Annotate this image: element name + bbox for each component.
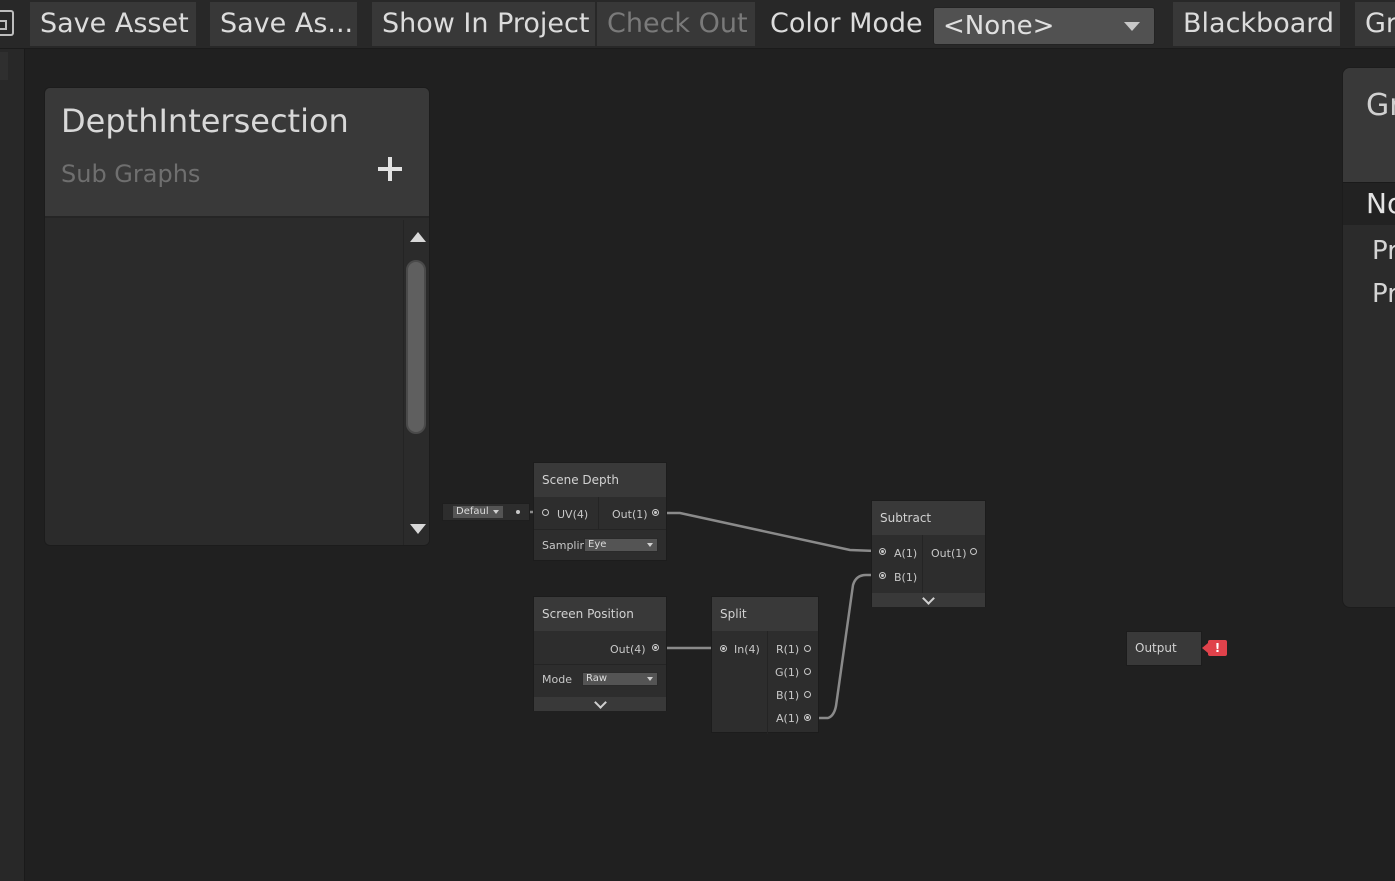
b-input-port[interactable]: [879, 572, 886, 579]
inspector-tab[interactable]: No: [1343, 182, 1395, 225]
out-output-port[interactable]: [970, 548, 977, 555]
blackboard-subtitle: Sub Graphs: [61, 160, 201, 188]
out-output-port[interactable]: [652, 644, 659, 651]
chevron-down-icon: [594, 696, 607, 709]
node-title: Screen Position: [534, 597, 666, 631]
node-title: Split: [712, 597, 818, 631]
blackboard-title: DepthIntersection: [61, 102, 349, 140]
chevron-down-icon: [1124, 22, 1140, 31]
color-mode-label: Color Mode: [770, 8, 923, 39]
scroll-down-arrow-icon[interactable]: [410, 524, 426, 534]
node-divider: [534, 529, 666, 530]
uv-default-port[interactable]: [516, 510, 520, 514]
graph-inspector-toggle-button[interactable]: Gr: [1355, 2, 1395, 46]
dock-grip[interactable]: [0, 52, 8, 80]
node-title: Subtract: [872, 501, 985, 535]
chevron-down-icon: [647, 677, 653, 681]
node-title: Output: [1135, 641, 1177, 655]
inspector-header: Gr: [1343, 68, 1395, 182]
blackboard-toggle-button[interactable]: Blackboard: [1173, 2, 1340, 46]
split-node[interactable]: Split In(4) R(1) G(1) B(1) A(1): [711, 596, 819, 734]
add-property-icon[interactable]: [375, 154, 405, 184]
uv-default-dropdown[interactable]: Defaul: [453, 506, 503, 518]
chevron-down-icon: [493, 510, 499, 514]
uv-input-label: UV(4): [557, 508, 589, 521]
inspector-row: Pr: [1372, 279, 1395, 309]
chevron-down-icon: [922, 592, 935, 605]
show-in-project-button[interactable]: Show In Project: [372, 2, 595, 46]
scroll-up-arrow-icon[interactable]: [410, 232, 426, 242]
chevron-down-icon: [647, 543, 653, 547]
in-input-label: In(4): [734, 643, 760, 656]
node-divider: [534, 664, 666, 665]
g-output-port[interactable]: [804, 668, 811, 675]
graph-inspector-panel: Gr No Pr Pr: [1342, 67, 1395, 608]
out-output-label: Out(4): [610, 643, 646, 656]
node-title: Scene Depth: [534, 463, 666, 497]
error-icon[interactable]: !: [1202, 640, 1227, 656]
color-mode-value: <None>: [943, 11, 1055, 41]
sampling-value: Eye: [588, 539, 607, 550]
color-mode-dropdown[interactable]: <None>: [933, 7, 1155, 45]
uv-input-port[interactable]: [542, 509, 549, 516]
save-asset-button[interactable]: Save Asset: [30, 2, 196, 46]
inspector-tab-label: No: [1366, 187, 1395, 220]
node-expand-bar[interactable]: [534, 696, 666, 711]
inspector-title: Gr: [1366, 88, 1395, 123]
out-output-label: Out(1): [612, 508, 648, 521]
error-glyph: !: [1214, 641, 1221, 655]
edge-scene-depth-to-subtract-a: [658, 511, 877, 553]
out-output-port[interactable]: [652, 509, 659, 516]
toolbar: Save Asset Save As... Show In Project Ch…: [0, 0, 1395, 49]
screen-position-node[interactable]: Screen Position Out(4) Mode Raw: [533, 596, 667, 711]
blackboard-header: DepthIntersection Sub Graphs: [45, 88, 429, 218]
node-divider: [922, 535, 923, 593]
sampling-label: Samplin: [542, 539, 587, 552]
mode-label: Mode: [542, 673, 572, 686]
a-output-label: A(1): [776, 712, 800, 725]
save-as-button[interactable]: Save As...: [210, 2, 357, 46]
scrollbar-thumb[interactable]: [406, 260, 426, 434]
scene-depth-node[interactable]: Scene Depth UV(4) Out(1) Samplin Eye: [533, 462, 667, 561]
output-node[interactable]: Output: [1126, 631, 1202, 666]
out-output-label: Out(1): [931, 547, 967, 560]
subtract-node[interactable]: Subtract A(1) B(1) Out(1): [871, 500, 986, 607]
a-input-label: A(1): [894, 547, 918, 560]
a-input-port[interactable]: [879, 548, 886, 555]
r-output-port[interactable]: [804, 645, 811, 652]
b-output-label: B(1): [776, 689, 800, 702]
left-dock-strip: [0, 0, 25, 881]
blackboard-scrollbar[interactable]: [403, 220, 429, 545]
mode-value: Raw: [586, 673, 608, 684]
mode-dropdown[interactable]: Raw: [582, 672, 658, 686]
in-input-port[interactable]: [720, 645, 727, 652]
inspector-row: Pr: [1372, 236, 1395, 266]
node-divider: [767, 631, 768, 734]
node-expand-bar[interactable]: [872, 592, 985, 607]
edge-split-a-to-subtract-b: [810, 573, 878, 720]
uv-default-value: Defaul: [456, 506, 489, 517]
g-output-label: G(1): [775, 666, 800, 679]
sampling-dropdown[interactable]: Eye: [584, 538, 658, 552]
window-toggle-icon[interactable]: [0, 10, 14, 36]
r-output-label: R(1): [776, 643, 800, 656]
a-output-port[interactable]: [804, 714, 811, 721]
b-input-label: B(1): [894, 571, 918, 584]
check-out-button: Check Out: [597, 2, 755, 46]
b-output-port[interactable]: [804, 691, 811, 698]
node-divider: [598, 497, 599, 529]
blackboard-panel: DepthIntersection Sub Graphs: [44, 87, 430, 546]
